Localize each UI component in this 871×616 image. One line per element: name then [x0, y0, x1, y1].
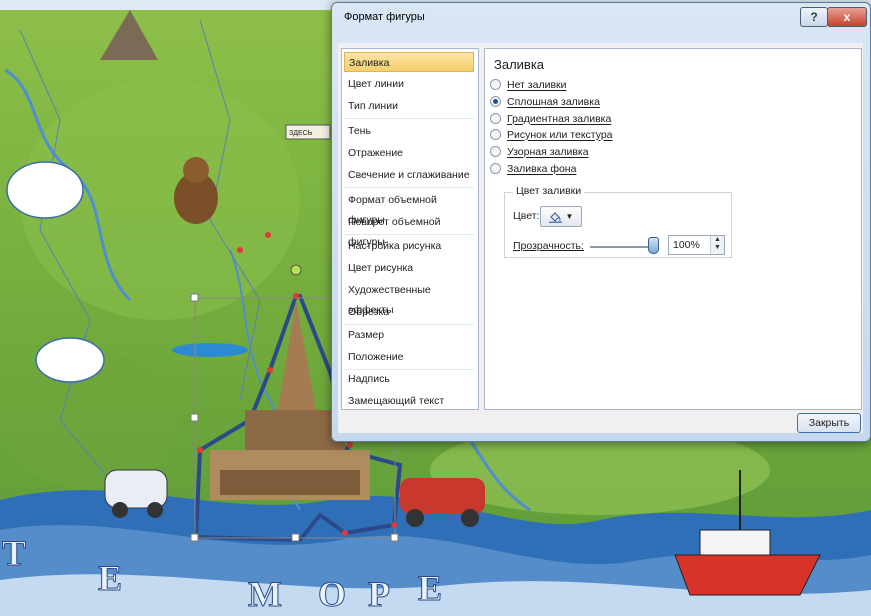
nav-item-picture-corrections[interactable]: Настройка рисунка — [344, 236, 474, 256]
help-icon: ? — [810, 10, 818, 24]
nav-item-fill[interactable]: Заливка — [344, 52, 474, 72]
nav-item-shadow[interactable]: Тень — [344, 121, 474, 141]
nav-item-picture-color[interactable]: Цвет рисунка — [344, 258, 474, 278]
nav-divider — [344, 187, 474, 188]
radio-no-fill[interactable]: Нет заливки — [490, 77, 566, 92]
nav-item-3d-format[interactable]: Формат объемной фигуры — [344, 190, 474, 226]
color-label: Цвет: — [513, 210, 540, 222]
sea-letter-5: Р — [368, 574, 390, 614]
transparency-label: Прозрачность: — [513, 240, 584, 252]
radio-label: Рисунок или текстура — [507, 128, 613, 141]
sea-letter-2: Е — [98, 558, 122, 598]
sign-label: ЗДЕСЬ — [289, 130, 313, 137]
transparency-value: 100% — [673, 239, 700, 251]
close-button[interactable]: Закрыть — [797, 413, 861, 433]
radio-selected-dot — [493, 99, 498, 104]
radio-button-checked[interactable] — [490, 96, 501, 107]
radio-solid-fill[interactable]: Сплошная заливка — [490, 94, 600, 109]
transparency-slider-thumb[interactable] — [648, 237, 659, 254]
radio-button[interactable] — [490, 129, 501, 140]
radio-label: Заливка фона — [507, 162, 577, 175]
format-shape-dialog: Формат фигуры ? x Заливка Цвет линии Тип… — [331, 2, 871, 442]
fill-color-group: Цвет заливки Цвет: ▼ Прозрачность: 100% … — [504, 185, 732, 258]
radio-label: Сплошная заливка — [507, 95, 600, 108]
transparency-slider-track[interactable] — [590, 246, 652, 248]
radio-button[interactable] — [490, 113, 501, 124]
group-title: Цвет заливки — [513, 185, 585, 197]
dialog-title: Формат фигуры — [344, 11, 425, 23]
spin-up-icon[interactable]: ▲ — [711, 236, 724, 244]
chevron-down-icon: ▼ — [565, 212, 574, 221]
nav-item-alt-text[interactable]: Замещающий текст — [344, 391, 474, 411]
radio-background-fill[interactable]: Заливка фона — [490, 161, 576, 176]
nav-item-artistic-effects[interactable]: Художественные эффекты — [344, 280, 474, 316]
window-close-button[interactable]: x — [827, 7, 867, 27]
nav-item-position[interactable]: Положение — [344, 347, 474, 367]
nav-divider — [344, 234, 474, 235]
sea-letter-3: М — [248, 574, 282, 614]
nav-item-3d-rotation[interactable]: Поворот объемной фигуры — [344, 212, 474, 248]
nav-item-crop[interactable]: Обрезка — [344, 302, 474, 322]
nav-item-text-box[interactable]: Надпись — [344, 369, 474, 389]
radio-button[interactable] — [490, 146, 501, 157]
category-list: Заливка Цвет линии Тип линии Тень Отраже… — [341, 48, 479, 410]
nav-item-reflection[interactable]: Отражение — [344, 143, 474, 163]
nav-item-line-style[interactable]: Тип линии — [344, 96, 474, 116]
panel-title: Заливка — [494, 57, 545, 72]
help-button[interactable]: ? — [800, 7, 828, 27]
spin-down-icon[interactable]: ▼ — [711, 244, 724, 252]
radio-button[interactable] — [490, 163, 501, 174]
radio-picture-texture-fill[interactable]: Рисунок или текстура — [490, 127, 613, 142]
dialog-body: Заливка Цвет линии Тип линии Тень Отраже… — [338, 43, 863, 433]
spin-arrows[interactable]: ▲ ▼ — [710, 236, 724, 254]
sea-letter-1: Т — [2, 533, 26, 573]
nav-item-size[interactable]: Размер — [344, 325, 474, 345]
nav-item-glow-soft-edges[interactable]: Свечение и сглаживание — [344, 165, 474, 185]
fill-panel: Заливка Нет заливки Сплошная заливка Гра… — [484, 48, 862, 410]
radio-button[interactable] — [490, 79, 501, 90]
radio-label: Нет заливки — [507, 78, 567, 91]
color-picker-button[interactable]: ▼ — [540, 206, 582, 227]
paint-bucket-icon — [548, 211, 562, 223]
transparency-spinbox[interactable]: 100% ▲ ▼ — [668, 235, 725, 255]
radio-label: Градиентная заливка — [507, 112, 612, 125]
radio-pattern-fill[interactable]: Узорная заливка — [490, 144, 589, 159]
dialog-titlebar[interactable]: Формат фигуры ? x — [332, 3, 870, 33]
sea-letter-6: Е — [418, 568, 442, 608]
nav-divider — [344, 118, 474, 119]
close-icon: x — [843, 10, 851, 24]
radio-label: Узорная заливка — [507, 145, 589, 158]
nav-item-line-color[interactable]: Цвет линии — [344, 74, 474, 94]
radio-gradient-fill[interactable]: Градиентная заливка — [490, 111, 611, 126]
sea-letter-4: О — [318, 574, 346, 614]
